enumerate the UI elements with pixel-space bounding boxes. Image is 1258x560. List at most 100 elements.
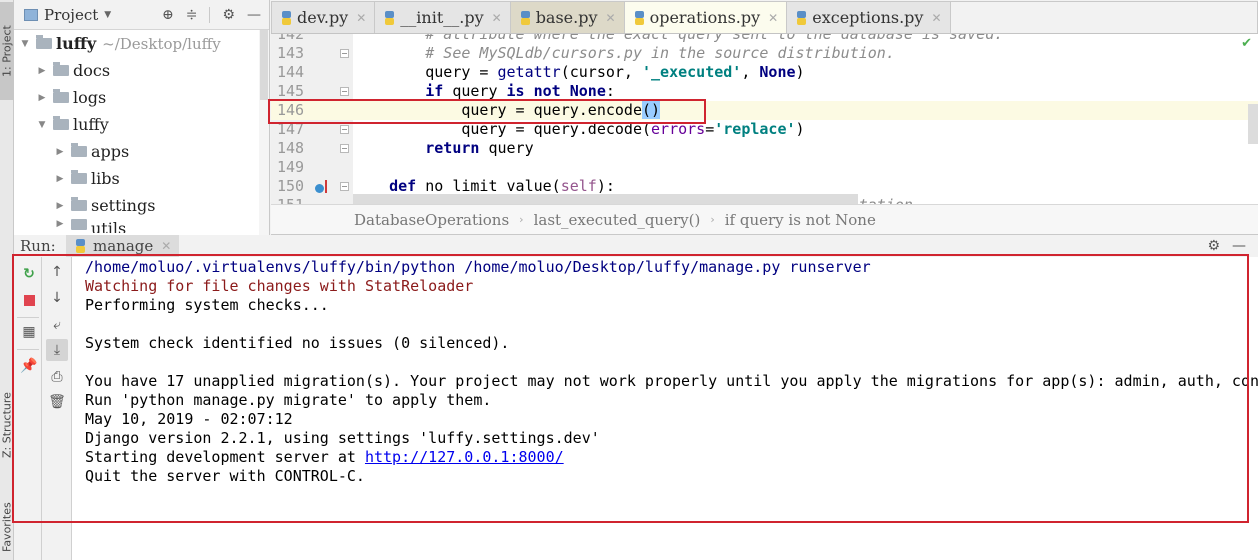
line-number: 144 xyxy=(277,63,305,81)
fold-marker-icon[interactable] xyxy=(340,125,349,134)
annotation-highlight-console xyxy=(12,254,1249,523)
tab-init-py[interactable]: __init__.py ✕ xyxy=(374,1,511,33)
editor-horizontal-scrollbar[interactable] xyxy=(353,194,858,204)
hide-icon[interactable]: — xyxy=(1232,238,1246,254)
project-scrollbar[interactable] xyxy=(259,30,269,235)
expand-arrow-icon[interactable]: ▼ xyxy=(35,120,49,130)
line-number: 149 xyxy=(277,158,305,176)
tab-base-py[interactable]: base.py ✕ xyxy=(509,1,625,33)
collapse-all-icon[interactable]: ≑ xyxy=(186,7,198,23)
folder-icon xyxy=(71,143,87,157)
divider xyxy=(209,6,211,23)
code-line: # attribute where the exact query sent t… xyxy=(353,34,1004,43)
tab-operations-py[interactable]: operations.py ✕ xyxy=(623,1,788,33)
close-icon[interactable]: ✕ xyxy=(161,239,171,253)
override-method-icon[interactable] xyxy=(315,180,331,194)
tree-item-label: utils xyxy=(91,219,127,233)
annotation-highlight-code xyxy=(268,99,706,124)
side-tab-project[interactable]: 1: Project xyxy=(0,2,14,100)
tree-item-label: luffy xyxy=(73,115,109,134)
tree-item-label: apps xyxy=(91,142,130,161)
expand-arrow-icon[interactable]: ▶ xyxy=(53,201,67,211)
tree-item-label: luffy xyxy=(56,34,97,53)
tree-item-logs[interactable]: ▶ logs xyxy=(14,84,269,111)
tree-item-label: settings xyxy=(91,196,156,215)
python-file-icon xyxy=(280,10,293,25)
close-icon[interactable]: ✕ xyxy=(356,11,366,25)
close-icon[interactable]: ✕ xyxy=(931,11,941,25)
project-view-selector[interactable]: Project xyxy=(44,6,98,24)
line-number: 143 xyxy=(277,44,305,62)
folder-icon xyxy=(71,197,87,211)
tab-label: operations.py xyxy=(649,8,761,27)
inspection-ok-icon[interactable]: ✔ xyxy=(1241,36,1252,51)
close-icon[interactable]: ✕ xyxy=(606,11,616,25)
tree-item-luffy[interactable]: ▼ luffy xyxy=(14,111,269,138)
tree-item-label: libs xyxy=(91,169,120,188)
tab-label: dev.py xyxy=(297,8,349,27)
project-view-icon xyxy=(24,8,38,21)
tab-label: exceptions.py xyxy=(812,8,924,27)
line-number: 150 xyxy=(277,177,305,195)
fold-marker-icon[interactable] xyxy=(340,49,349,58)
tree-item-settings[interactable]: ▶ settings xyxy=(14,192,269,219)
expand-arrow-icon[interactable]: ▶ xyxy=(53,219,67,229)
project-panel: Project ▼ ⊕ ≑ ⚙ — ▼ luffy ~/Desktop/luff… xyxy=(14,0,270,235)
tree-item-libs[interactable]: ▶ libs xyxy=(14,165,269,192)
code-line: # See MySQLdb/cursors.py in the source d… xyxy=(353,44,895,62)
code-line: return query xyxy=(425,139,534,157)
python-icon xyxy=(74,239,87,253)
close-icon[interactable]: ✕ xyxy=(768,11,778,25)
gear-icon[interactable]: ⚙ xyxy=(222,7,235,23)
expand-arrow-icon[interactable]: ▶ xyxy=(35,66,49,76)
tree-item-label: docs xyxy=(73,61,111,80)
tab-exceptions-py[interactable]: exceptions.py ✕ xyxy=(786,1,951,33)
expand-arrow-icon[interactable]: ▶ xyxy=(53,174,67,184)
ide-window: 1: Project Z: Structure Favorites Projec… xyxy=(0,0,1258,560)
breadcrumb-item-class[interactable]: DatabaseOperations xyxy=(354,211,509,229)
python-file-icon xyxy=(519,10,532,25)
project-tree: ▼ luffy ~/Desktop/luffy ▶ docs ▶ logs ▼ … xyxy=(14,30,269,233)
expand-arrow-icon[interactable]: ▼ xyxy=(18,39,32,49)
chevron-down-icon[interactable]: ▼ xyxy=(104,10,111,20)
fold-marker-icon[interactable] xyxy=(340,144,349,153)
folder-icon xyxy=(53,89,69,103)
tree-item-path: ~/Desktop/luffy xyxy=(102,34,221,53)
tab-label: base.py xyxy=(535,8,598,27)
close-icon[interactable]: ✕ xyxy=(492,11,502,25)
hide-icon[interactable]: — xyxy=(247,7,261,23)
tree-item-docs[interactable]: ▶ docs xyxy=(14,57,269,84)
python-file-icon xyxy=(383,10,396,25)
breadcrumb: DatabaseOperations › last_executed_query… xyxy=(271,204,1258,235)
chevron-right-icon: › xyxy=(519,213,524,226)
project-panel-header: Project ▼ ⊕ ≑ ⚙ — xyxy=(14,0,269,30)
python-file-icon xyxy=(633,10,646,25)
run-tab-label: manage xyxy=(93,237,154,255)
expand-arrow-icon[interactable]: ▶ xyxy=(53,147,67,157)
fold-marker-icon[interactable] xyxy=(340,182,349,191)
tree-item-luffy-root[interactable]: ▼ luffy ~/Desktop/luffy xyxy=(14,30,269,57)
folder-icon xyxy=(53,116,69,130)
tabs-empty-area xyxy=(949,1,1258,33)
chevron-right-icon: › xyxy=(710,213,715,226)
python-file-icon xyxy=(795,10,808,25)
line-number: 142 xyxy=(277,34,305,43)
scrollbar-thumb[interactable] xyxy=(260,30,268,100)
tab-dev-py[interactable]: dev.py ✕ xyxy=(271,1,376,33)
tab-label: __init__.py xyxy=(400,8,484,27)
gear-icon[interactable]: ⚙ xyxy=(1207,238,1220,254)
folder-icon xyxy=(71,219,87,230)
fold-marker-icon[interactable] xyxy=(340,87,349,96)
editor-vertical-scrollbar[interactable] xyxy=(1248,104,1258,144)
locate-icon[interactable]: ⊕ xyxy=(162,7,174,23)
tree-item-apps[interactable]: ▶ apps xyxy=(14,138,269,165)
tree-item-utils[interactable]: ▶ utils xyxy=(14,219,269,233)
folder-icon xyxy=(36,35,52,49)
breadcrumb-item-method[interactable]: last_executed_query() xyxy=(534,211,701,229)
side-tab-project-label: 1: Project xyxy=(0,25,14,77)
editor-tabs: dev.py ✕ __init__.py ✕ base.py ✕ operati… xyxy=(271,0,1258,34)
code-line: query = getattr(cursor, '_executed', Non… xyxy=(353,63,805,81)
folder-icon xyxy=(53,62,69,76)
breadcrumb-item-block[interactable]: if query is not None xyxy=(725,211,876,229)
expand-arrow-icon[interactable]: ▶ xyxy=(35,93,49,103)
